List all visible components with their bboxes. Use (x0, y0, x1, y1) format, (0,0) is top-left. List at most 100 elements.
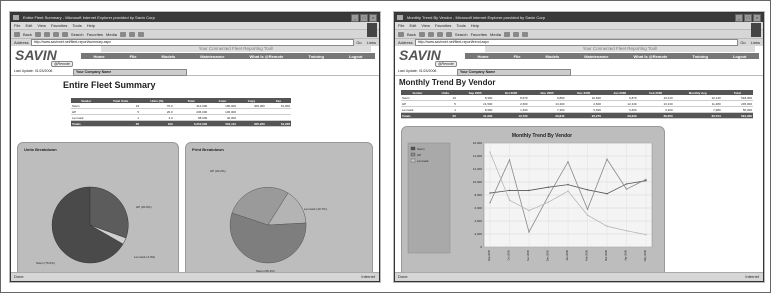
data-point (547, 201, 550, 203)
menu-edit[interactable]: Edit (409, 22, 416, 29)
company-select[interactable]: Your Company Name (457, 69, 571, 76)
data-point (547, 186, 550, 188)
media-button[interactable]: Media (490, 32, 501, 37)
history-icon[interactable] (503, 31, 510, 37)
nav-logout[interactable]: Logout (733, 54, 747, 59)
ie-icon (13, 15, 19, 20)
table-cell: 36,250 (637, 112, 674, 119)
nav-logout[interactable]: Logout (349, 54, 363, 59)
status-text: Done (14, 274, 24, 279)
legend-label: Savin (417, 147, 425, 151)
stop-icon[interactable] (43, 31, 50, 37)
data-point (528, 189, 530, 192)
nav-models[interactable]: Models (545, 54, 559, 59)
maximize-button[interactable]: □ (744, 14, 752, 22)
nav-file[interactable]: File (514, 54, 521, 59)
page-viewport: SAVIN Your Connected Fleet Reporting Too… (11, 46, 379, 273)
home-icon[interactable] (445, 31, 452, 37)
app-header: SAVIN Your Connected Fleet Reporting Too… (11, 46, 379, 68)
back-button[interactable]: Back (407, 32, 416, 37)
windows-logo-icon (367, 23, 377, 37)
close-button[interactable]: × (369, 14, 377, 22)
menu-file[interactable]: File (398, 22, 404, 29)
remote-tab[interactable]: @Remote (435, 61, 457, 67)
go-button[interactable]: Go (356, 40, 361, 45)
search-button[interactable]: Search (455, 32, 468, 37)
forward-icon[interactable] (418, 31, 425, 37)
y-tick-label: 4,000 (474, 219, 482, 223)
data-point (528, 231, 530, 233)
history-icon[interactable] (119, 31, 126, 37)
company-select[interactable]: Your Company Name (73, 69, 187, 76)
menu-favorites[interactable]: Favorites (51, 22, 67, 29)
nav-what-is-remote[interactable]: What Is @Remote (249, 54, 283, 59)
ie-icon (397, 15, 403, 20)
maximize-button[interactable]: □ (360, 14, 368, 22)
forward-icon[interactable] (34, 31, 41, 37)
back-button[interactable]: Back (23, 32, 32, 37)
data-point (625, 183, 628, 185)
back-icon[interactable] (14, 31, 20, 37)
data-point (528, 209, 530, 212)
refresh-icon[interactable] (52, 31, 59, 37)
go-button[interactable]: Go (740, 40, 745, 45)
favorites-button[interactable]: Favorites (471, 32, 487, 37)
table-cell: 22,270 (565, 112, 602, 119)
minimize-button[interactable]: _ (735, 14, 743, 22)
menu-file[interactable]: File (14, 22, 20, 29)
stop-icon[interactable] (427, 31, 434, 37)
y-tick-label: 2,000 (474, 232, 482, 236)
login-row: Last Update: 01/24/2006 Your Company Nam… (11, 68, 379, 76)
mail-icon[interactable] (128, 31, 135, 37)
links-button[interactable]: Links (751, 40, 760, 45)
media-button[interactable]: Media (106, 32, 117, 37)
print-icon[interactable] (521, 31, 528, 37)
legend-label: Lexmark (417, 159, 429, 163)
nav-training[interactable]: Training (308, 54, 324, 59)
nav-home[interactable]: Home (477, 54, 488, 59)
menu-view[interactable]: View (421, 22, 430, 29)
minimize-button[interactable]: _ (351, 14, 359, 22)
menu-tools[interactable]: Tools (72, 22, 81, 29)
data-point (586, 208, 589, 210)
nav-maintenance[interactable]: Maintenance (200, 54, 224, 59)
trend-line-chart: Monthly Trend By Vendor Savin HP Lexmark 16,… (407, 133, 653, 261)
nav-file[interactable]: File (130, 54, 137, 59)
menu-tools[interactable]: Tools (456, 22, 465, 29)
data-point (489, 202, 491, 204)
address-label: Address (398, 40, 413, 45)
x-tick-label: Apr 2006 (624, 249, 628, 260)
close-button[interactable]: × (753, 14, 761, 22)
back-icon[interactable] (398, 31, 404, 37)
search-button[interactable]: Search (71, 32, 84, 37)
nav-models[interactable]: Models (161, 54, 175, 59)
menu-edit[interactable]: Edit (25, 22, 32, 29)
data-point (645, 180, 647, 182)
mail-icon[interactable] (512, 31, 519, 37)
y-tick-label: 0 (480, 245, 482, 249)
menu-help[interactable]: Help (471, 22, 479, 29)
links-button[interactable]: Links (367, 40, 376, 45)
address-input[interactable]: http://www.savinnet.net/fleet-report/tre… (414, 39, 739, 46)
data-point (508, 159, 511, 161)
refresh-icon[interactable] (436, 31, 443, 37)
legend-swatch (410, 158, 416, 163)
home-icon[interactable] (61, 31, 68, 37)
remote-tab[interactable]: @Remote (51, 61, 73, 67)
menu-help[interactable]: Help (87, 22, 95, 29)
menu-view[interactable]: View (37, 22, 46, 29)
menu-favorites[interactable]: Favorites (435, 22, 451, 29)
x-tick-label: Jan 2006 (565, 249, 569, 260)
fleet-summary-table: Vendor Total Units Units (%) Total Color… (71, 98, 291, 127)
toolbar: Back Search Favorites Media (11, 30, 379, 39)
table-cell: 25 (433, 112, 457, 119)
tagline: Your Connected Fleet Reporting Tool! (101, 46, 371, 52)
nav-home[interactable]: Home (93, 54, 104, 59)
nav-what-is-remote[interactable]: What Is @Remote (633, 54, 667, 59)
print-icon[interactable] (137, 31, 144, 37)
favorites-button[interactable]: Favorites (87, 32, 103, 37)
address-input[interactable]: http://www.savinnet.net/fleet-report/sum… (30, 39, 355, 46)
nav-maintenance[interactable]: Maintenance (584, 54, 608, 59)
data-point (606, 158, 608, 160)
nav-training[interactable]: Training (692, 54, 708, 59)
